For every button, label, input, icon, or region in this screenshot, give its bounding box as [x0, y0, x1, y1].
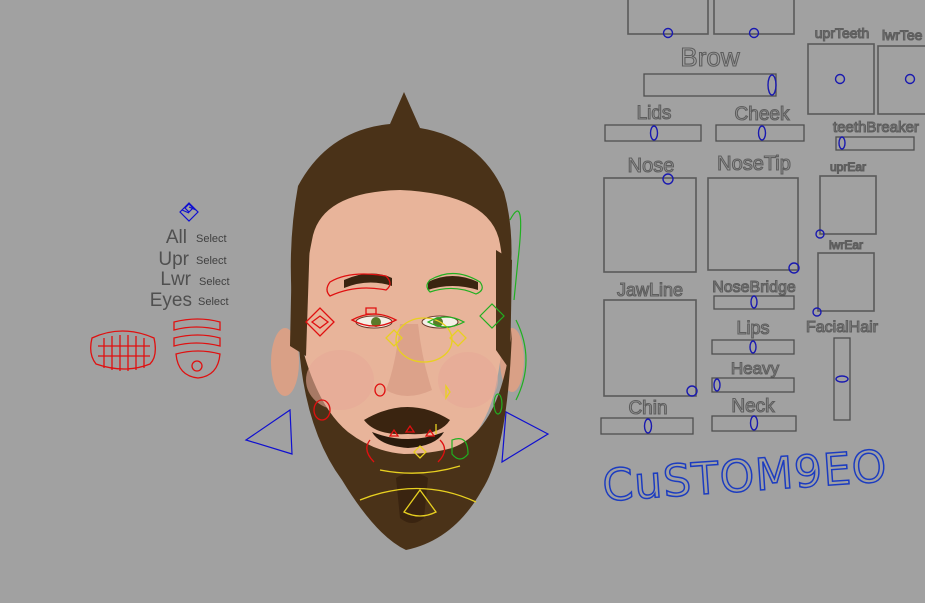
select-row-eyes[interactable]: Eyes Select — [150, 290, 229, 311]
cheek-label: Cheek — [735, 104, 790, 125]
viewport: All Select Upr Select Lwr Select Eyes Se… — [90, 0, 925, 550]
select-lwr-label: Lwr — [160, 269, 191, 290]
select-upr-button[interactable]: Select — [196, 255, 227, 267]
tongue-icon[interactable] — [173, 318, 221, 379]
lwr-ear-pad[interactable] — [817, 252, 875, 312]
brow-label: Brow — [680, 42, 739, 72]
nose-bridge-slider[interactable] — [713, 295, 795, 310]
chin-label: Chin — [628, 398, 667, 419]
lwr-teeth-pad[interactable] — [877, 45, 925, 115]
face-model[interactable] — [244, 92, 550, 550]
upr-teeth-pad[interactable] — [807, 43, 875, 115]
select-panel-handle[interactable] — [179, 202, 199, 222]
nose-bridge-label: NoseBridge — [712, 279, 796, 296]
lids-slider[interactable] — [604, 124, 702, 142]
neck-label: Neck — [731, 396, 775, 417]
lwr-ear-label: lwrEar — [829, 238, 863, 252]
nose-tip-label: NoseTip — [717, 153, 791, 175]
lids-label: Lids — [637, 103, 672, 124]
select-eyes-label: Eyes — [150, 290, 192, 311]
lwr-teeth-label: lwrTee — [882, 27, 923, 43]
heavy-label: Heavy — [731, 359, 780, 378]
lips-label: Lips — [736, 318, 769, 338]
jaw-line-pad[interactable] — [603, 299, 697, 397]
neck-slider[interactable] — [711, 415, 797, 432]
upr-teeth-label: uprTeeth — [815, 25, 869, 41]
upr-ear-label: uprEar — [830, 160, 866, 174]
chin-slider[interactable] — [600, 417, 694, 435]
nose-pad[interactable] — [603, 177, 697, 273]
facial-hair-label: FacialHair — [806, 319, 879, 336]
select-row-all[interactable]: All Select — [166, 227, 227, 248]
select-eyes-button[interactable]: Select — [198, 296, 229, 308]
neck-guide-left — [244, 408, 293, 455]
select-all-label: All — [166, 227, 187, 248]
select-row-lwr[interactable]: Lwr Select — [160, 269, 229, 290]
teeth-breaker-slider[interactable] — [835, 136, 915, 151]
jaw-line-label: JawLine — [617, 280, 683, 300]
custom-geo-label[interactable]: CuSTOM9EO — [600, 440, 890, 512]
brow-slider[interactable] — [643, 73, 777, 97]
select-row-upr[interactable]: Upr Select — [158, 249, 226, 270]
nose-tip-pad[interactable] — [707, 177, 799, 271]
upr-ear-pad[interactable] — [819, 175, 877, 235]
teeth-icon[interactable] — [90, 330, 156, 371]
heavy-slider[interactable] — [711, 377, 795, 393]
select-all-button[interactable]: Select — [196, 233, 227, 245]
select-upr-label: Upr — [158, 249, 189, 270]
select-lwr-button[interactable]: Select — [199, 276, 230, 288]
select-panel: All Select Upr Select Lwr Select Eyes Se… — [90, 202, 230, 379]
lips-slider[interactable] — [711, 339, 795, 355]
neck-guide-right — [501, 411, 550, 464]
facial-picker: Brow uprTeeth lwrTee Lids Cheek teethBre… — [600, 0, 925, 513]
teeth-breaker-label: teethBreaker — [833, 119, 919, 136]
